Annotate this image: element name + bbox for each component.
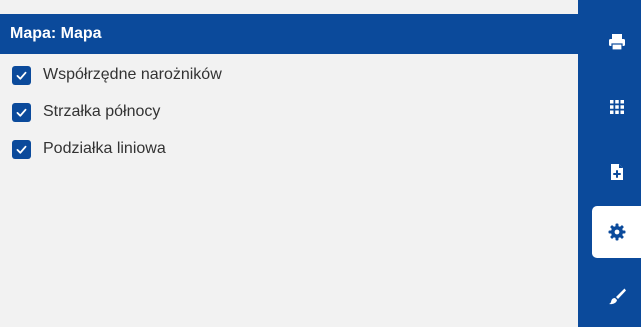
file-add-icon xyxy=(610,164,623,180)
panel-header: Mapa: Mapa xyxy=(0,14,578,54)
checkbox-corner-coordinates[interactable] xyxy=(12,65,31,85)
option-label: Współrzędne narożników xyxy=(43,66,222,83)
panel-title: Mapa: Mapa xyxy=(10,25,102,42)
add-file-button[interactable] xyxy=(592,146,641,198)
option-label: Podziałka liniowa xyxy=(43,140,166,157)
style-button[interactable] xyxy=(592,270,641,322)
option-corner-coordinates[interactable]: Współrzędne narożników xyxy=(12,63,222,87)
option-label: Strzałka północy xyxy=(43,103,161,120)
paintbrush-icon xyxy=(608,288,626,305)
checkbox-scale-bar[interactable] xyxy=(12,139,31,159)
side-toolbar xyxy=(578,0,641,327)
printer-icon xyxy=(608,34,625,51)
gear-icon xyxy=(608,223,625,241)
print-button[interactable] xyxy=(592,16,641,68)
option-scale-bar[interactable]: Podziałka liniowa xyxy=(12,137,222,161)
checkbox-north-arrow[interactable] xyxy=(12,102,31,122)
app-window: Mapa: Mapa Współrzędne narożników Strzał… xyxy=(0,0,641,327)
grid-button[interactable] xyxy=(592,81,641,133)
option-north-arrow[interactable]: Strzałka północy xyxy=(12,100,222,124)
options-list: Współrzędne narożników Strzałka północy … xyxy=(12,63,222,174)
check-icon xyxy=(16,108,27,117)
check-icon xyxy=(16,71,27,80)
settings-button[interactable] xyxy=(592,206,641,258)
grid-icon xyxy=(609,100,624,114)
check-icon xyxy=(16,145,27,154)
settings-panel: Mapa: Mapa Współrzędne narożników Strzał… xyxy=(0,0,578,327)
